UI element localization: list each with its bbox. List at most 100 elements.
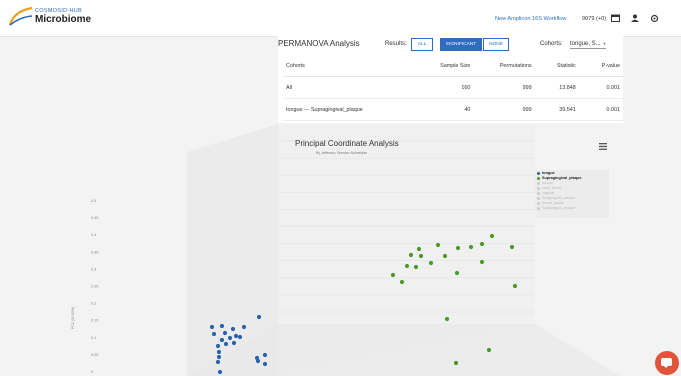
- data-point-supragingival-plaque[interactable]: [408, 252, 414, 258]
- data-point-tongue[interactable]: [209, 324, 215, 330]
- data-point-supragingival-plaque[interactable]: [453, 360, 459, 366]
- column-header-sample-size[interactable]: Sample Size: [425, 56, 474, 77]
- data-point-tongue[interactable]: [211, 331, 217, 337]
- legend-dot-icon: [537, 181, 540, 185]
- data-point-supragingival-plaque[interactable]: [416, 246, 422, 252]
- data-point-tongue[interactable]: [215, 359, 221, 365]
- legend-label: vaginal: [542, 191, 555, 195]
- legend-label: Subgingival_plaque: [542, 206, 576, 210]
- data-point-tongue[interactable]: [262, 361, 268, 367]
- table-header-row: Cohorts Sample Size Permutations Statist…: [283, 56, 623, 77]
- data-point-supragingival-plaque[interactable]: [468, 244, 474, 250]
- data-point-supragingival-plaque[interactable]: [479, 241, 485, 247]
- y-tick-label: 0.2: [91, 302, 96, 306]
- legend-item-vaginal[interactable]: vaginal: [537, 191, 554, 195]
- legend-item-buccal[interactable]: buccal: [537, 181, 553, 185]
- cell-sample-size: 40: [425, 98, 474, 121]
- data-point-supragingival-plaque[interactable]: [418, 253, 424, 259]
- legend-label: throat_palate: [542, 201, 565, 205]
- data-point-supragingival-plaque[interactable]: [428, 260, 434, 266]
- credits-count: 9079 (+0): [582, 16, 607, 22]
- data-point-supragingival-plaque[interactable]: [444, 316, 450, 322]
- pcoa-legend: tongue Supragingival_plaque buccal stool…: [535, 170, 609, 218]
- pcoa-3d-plot[interactable]: 0.5 0.45 0.4 0.35 0.3 0.25 0.2 0.15 0.1 0.05 0 PC2 …: [0, 124, 681, 376]
- legend-dot-icon: [537, 201, 540, 205]
- data-point-tongue[interactable]: [237, 334, 243, 340]
- data-point-supragingival-plaque[interactable]: [486, 347, 492, 353]
- legend-item-tongue[interactable]: tongue: [537, 171, 555, 175]
- data-point-tongue[interactable]: [216, 354, 222, 360]
- y-tick-label: 0.45: [91, 216, 98, 220]
- y-tick-label: 0.4: [91, 233, 96, 237]
- new-workflow-link[interactable]: New Amplicon 16S Workflow: [495, 16, 566, 22]
- legend-label: buccal: [542, 181, 553, 185]
- y-tick-label: 0.25: [91, 285, 98, 289]
- data-point-supragingival-plaque[interactable]: [404, 263, 410, 269]
- column-header-statistic[interactable]: Statistic: [534, 56, 579, 77]
- data-point-supragingival-plaque[interactable]: [413, 264, 419, 270]
- data-point-supragingival-plaque[interactable]: [390, 272, 396, 278]
- data-point-tongue[interactable]: [223, 341, 229, 347]
- legend-item-supragingival-plaque[interactable]: Supragingival_plaque: [537, 176, 581, 180]
- top-bar: COSMOSID-HUB Microbiome New Amplicon 16S…: [0, 0, 681, 37]
- filter-all-button[interactable]: ALL: [411, 38, 433, 51]
- data-point-tongue[interactable]: [227, 335, 233, 341]
- column-header-p-value[interactable]: P-value: [578, 56, 623, 77]
- data-point-tongue[interactable]: [256, 314, 262, 320]
- data-point-tongue[interactable]: [219, 337, 225, 343]
- y-tick-label: 0: [91, 370, 93, 374]
- data-point-tongue[interactable]: [222, 330, 228, 336]
- pcoa-title: Principal Coordinate Analysis: [295, 139, 399, 148]
- data-point-supragingival-plaque[interactable]: [512, 283, 518, 289]
- data-point-tongue[interactable]: [217, 369, 223, 375]
- hamburger-menu-icon[interactable]: [599, 143, 607, 150]
- legend-dot-icon: [537, 186, 540, 190]
- data-point-tongue[interactable]: [241, 324, 247, 330]
- legend-item-stool-feces[interactable]: stool_feces: [537, 186, 561, 190]
- permanova-title: PERMANOVA Analysis: [278, 39, 360, 48]
- data-point-supragingival-plaque[interactable]: [509, 244, 515, 250]
- y-tick-label: 0.5: [91, 199, 96, 203]
- legend-item-throat-palate[interactable]: throat_palate: [537, 201, 564, 205]
- data-point-supragingival-plaque[interactable]: [435, 242, 441, 248]
- results-label: Results:: [385, 41, 407, 47]
- data-point-supragingival-plaque[interactable]: [454, 270, 460, 276]
- data-point-tongue[interactable]: [233, 333, 239, 339]
- data-point-supragingival-plaque[interactable]: [399, 279, 405, 285]
- pcoa-chart-area[interactable]: 0.5 0.45 0.4 0.35 0.3 0.25 0.2 0.15 0.1 0.05 0 PC2 …: [0, 124, 681, 376]
- cohorts-select[interactable]: tongue, S... ▼: [570, 41, 607, 49]
- data-point-tongue[interactable]: [216, 349, 222, 355]
- filter-none-button[interactable]: NONE: [483, 38, 509, 51]
- data-point-tongue[interactable]: [262, 352, 268, 358]
- data-point-tongue[interactable]: [231, 340, 237, 346]
- data-point-supragingival-plaque[interactable]: [455, 245, 461, 251]
- data-point-supragingival-plaque[interactable]: [489, 233, 495, 239]
- filter-significant-button[interactable]: SIGNIFICANT: [440, 38, 482, 51]
- settings-icon[interactable]: [650, 14, 659, 23]
- data-point-tongue[interactable]: [219, 323, 225, 329]
- column-header-cohorts[interactable]: Cohorts: [283, 56, 426, 77]
- data-point-supragingival-plaque[interactable]: [479, 259, 485, 265]
- calendar-icon[interactable]: [611, 14, 620, 22]
- legend-item-subgingival-plaque-2[interactable]: Subgingival_plaque: [537, 206, 575, 210]
- legend-item-subgingival-plaque[interactable]: Subgingival_plaque: [537, 196, 575, 200]
- legend-label: Subgingival_plaque: [542, 196, 576, 200]
- legend-dot-icon: [537, 206, 540, 210]
- data-point-tongue[interactable]: [230, 326, 236, 332]
- legend-dot-icon: [537, 176, 540, 180]
- permanova-panel: PERMANOVA Analysis Results: ALL SIGNIFIC…: [278, 36, 623, 123]
- user-icon[interactable]: [631, 14, 639, 22]
- cell-statistic: 39.541: [534, 98, 579, 121]
- column-header-permutations[interactable]: Permutations: [473, 56, 535, 77]
- table-row[interactable]: All 160 999 13.848 0.001: [283, 76, 623, 99]
- cell-permutations: 999: [473, 98, 535, 121]
- table-row[interactable]: tongue --- Supragingival_plaque 40 999 3…: [283, 98, 623, 121]
- data-point-tongue[interactable]: [215, 343, 221, 349]
- legend-dot-icon: [537, 191, 540, 195]
- data-point-tongue[interactable]: [255, 358, 261, 364]
- chat-bubble-tail: [663, 365, 669, 368]
- cell-statistic: 13.848: [534, 76, 579, 99]
- chat-widget-button[interactable]: [655, 351, 679, 375]
- data-point-supragingival-plaque[interactable]: [442, 253, 448, 259]
- legend-label: tongue: [542, 171, 555, 175]
